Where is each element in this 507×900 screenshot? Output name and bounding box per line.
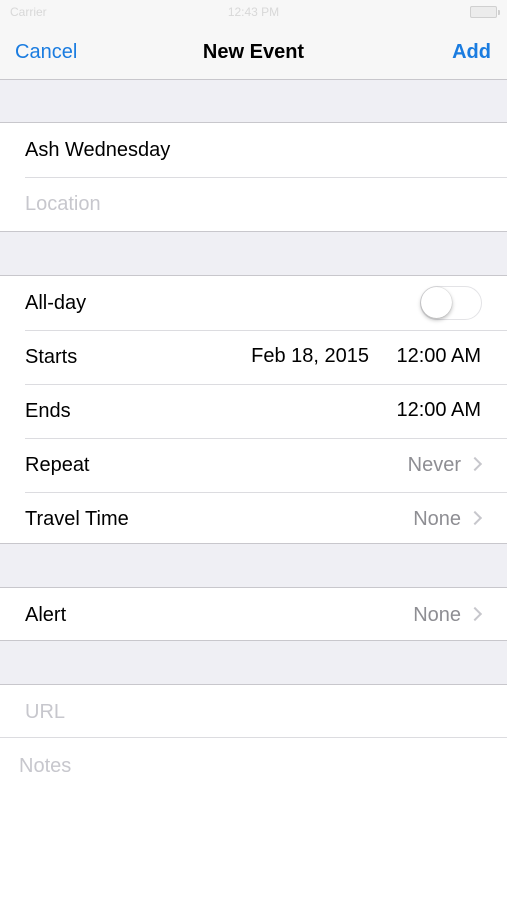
location-field[interactable]: Location [25,193,101,216]
travel-time-row[interactable]: Travel Time None [0,492,507,546]
repeat-row[interactable]: Repeat Never [0,438,507,492]
location-row[interactable]: Location [0,177,507,231]
ends-time-value: 12:00 AM [396,399,481,421]
all-day-row: All-day [0,276,507,330]
alert-label: Alert [25,604,67,626]
starts-time-value: 12:00 AM [396,345,481,367]
alert-group: Alert None [0,587,507,641]
title-location-group: Ash Wednesday Location [0,122,507,232]
repeat-label: Repeat [25,454,90,476]
starts-label: Starts [25,346,78,368]
ends-label: Ends [25,400,71,422]
section-gap [0,641,507,684]
chevron-right-icon [467,510,483,526]
time-group: All-day Starts Feb 18, 2015 12:00 AM End… [0,275,507,544]
ends-row[interactable]: Ends 12:00 AM [0,384,507,438]
status-time: 12:43 PM [227,5,280,19]
notes-area[interactable]: Notes [0,738,507,900]
starts-row[interactable]: Starts Feb 18, 2015 12:00 AM [0,330,507,384]
url-group: URL [0,684,507,738]
url-field[interactable]: URL [25,701,65,724]
url-row[interactable]: URL [0,685,507,737]
all-day-toggle[interactable] [420,286,482,320]
section-gap [0,80,507,122]
chevron-right-icon [467,456,483,472]
repeat-value: Never [407,454,461,476]
travel-time-value: None [413,508,461,530]
cancel-button[interactable]: Cancel [15,41,77,64]
all-day-label: All-day [25,292,87,314]
starts-date-value: Feb 18, 2015 [251,345,369,367]
travel-time-label: Travel Time [25,508,129,530]
section-gap [0,232,507,275]
add-button[interactable]: Add [452,41,491,64]
status-bar: Carrier 12:43 PM [0,0,507,24]
event-title-field[interactable]: Ash Wednesday [25,139,170,162]
alert-value: None [413,604,461,626]
navigation-bar: Cancel New Event Add [0,24,507,80]
section-gap [0,544,507,587]
title-row[interactable]: Ash Wednesday [0,123,507,177]
chevron-right-icon [467,606,483,622]
toggle-knob [421,287,452,318]
battery-icon [470,6,500,18]
alert-row[interactable]: Alert None [0,588,507,640]
notes-field[interactable]: Notes [19,755,71,778]
